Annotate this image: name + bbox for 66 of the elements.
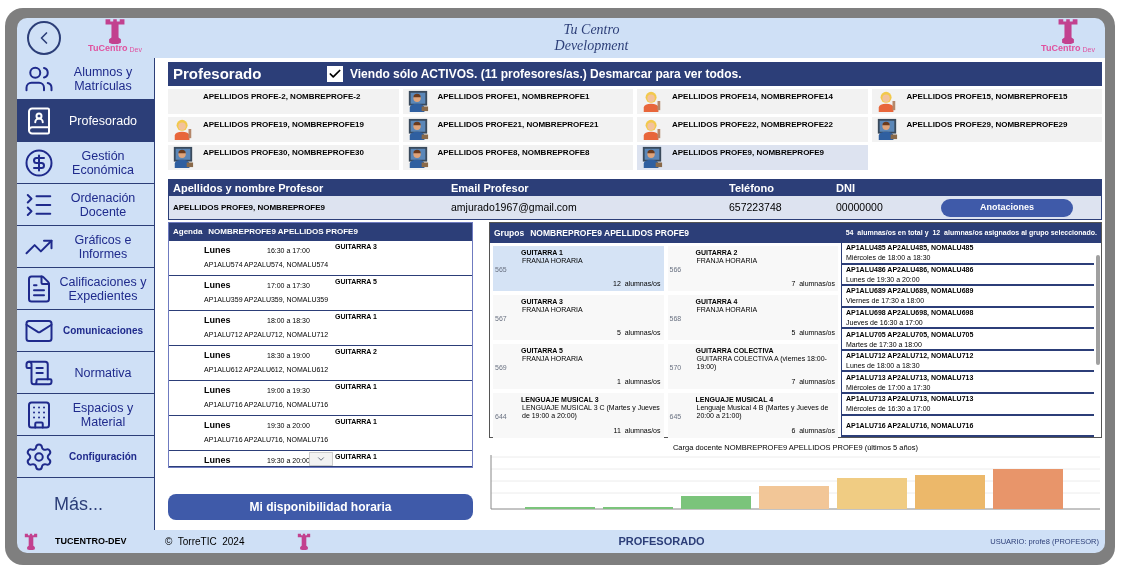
column-header: Apellidos y nombre Profesor <box>173 181 325 196</box>
teacher-card[interactable]: APELLIDOS PROFE30, NOMBREPROFE30 <box>168 145 399 170</box>
availability-button[interactable]: Mi disponibilidad horaria <box>168 494 473 520</box>
section-title: Profesorado <box>173 63 263 84</box>
chevron-down-icon <box>316 454 326 464</box>
person-at-computer-icon <box>641 146 663 168</box>
person-at-computer-icon <box>172 146 194 168</box>
teacher-card[interactable]: APELLIDOS PROFE22, NOMBREPROFE22 <box>637 117 868 142</box>
chart-bar <box>759 486 829 510</box>
table-cell-text: amjurado1967@gmail.com <box>451 199 578 215</box>
groups-teacher: NOMBREPROFE9 APELLIDOS PROFE9 <box>530 226 690 240</box>
app-title: Tu Centro <box>563 22 620 38</box>
copyright-text: © TorreTIC 2024 <box>165 535 245 549</box>
agenda-day: Lunes <box>204 384 231 398</box>
person-at-computer-icon <box>406 90 429 112</box>
active-filter-checkbox[interactable] <box>327 66 343 82</box>
logo-text: TuCentro <box>88 44 128 53</box>
agenda-teacher: NOMBREPROFE9 APELLIDOS PROFE9 <box>208 226 358 238</box>
filter-label: Viendo sólo ACTIVOS. (11 profesores/as.) Desmarcar para ver todos. <box>350 66 742 83</box>
table-cell-text: 657223748 <box>729 199 783 215</box>
app-subtitle: Development <box>554 38 629 54</box>
agenda-day: Lunes <box>204 419 231 433</box>
agenda-day: Lunes <box>204 454 231 467</box>
person-at-computer-icon <box>406 146 429 168</box>
chart-bar <box>915 475 985 510</box>
teacher-card[interactable]: APELLIDOS PROFE29, NOMBREPROFE29 <box>871 117 1102 142</box>
agenda-day: Lunes <box>204 279 231 293</box>
notes-button[interactable]: Anotaciones <box>941 198 1073 217</box>
teacher-card[interactable]: APELLIDOS PROFE9, NOMBREPROFE9 <box>637 145 868 170</box>
teacher-card[interactable]: APELLIDOS PROFE1, NOMBREPROFE1 <box>402 89 633 114</box>
settings-icon <box>24 441 54 472</box>
chart-bar <box>603 507 673 510</box>
teacher-card[interactable]: APELLIDOS PROFE8, NOMBREPROFE8 <box>402 145 633 170</box>
table-cell-text: 00000000 <box>836 199 884 215</box>
agenda-day: Lunes <box>204 349 231 363</box>
check-icon <box>328 67 342 81</box>
agenda-day: Lunes <box>204 244 231 258</box>
column-header: Email Profesor <box>451 181 530 196</box>
teacher-card[interactable]: APELLIDOS PROFE-2, NOMBREPROFE-2 <box>168 89 399 114</box>
tower-logo-icon <box>296 533 313 550</box>
chart-bar <box>837 478 907 510</box>
app-code: TUCENTRO-DEV <box>55 534 128 548</box>
logo-text: TuCentro <box>1041 44 1081 53</box>
person-at-computer-icon <box>875 118 898 140</box>
chart-bar <box>681 496 751 510</box>
person-at-computer-icon <box>406 118 429 140</box>
current-section: PROFESORADO <box>618 533 705 550</box>
teacher-card[interactable]: APELLIDOS PROFE15, NOMBREPROFE15 <box>871 89 1102 114</box>
teacher-card[interactable]: APELLIDOS PROFE21, NOMBREPROFE21 <box>402 117 633 142</box>
chart-bar <box>525 507 595 510</box>
column-header: DNI <box>836 181 856 196</box>
sidebar-item[interactable]: Profesorado <box>17 100 154 142</box>
agenda-label: Agenda <box>173 226 203 238</box>
agenda-day: Lunes <box>204 314 231 328</box>
table-cell-text: APELLIDOS PROFE9, NOMBREPROFE9 <box>173 201 327 214</box>
groups-label: Grupos <box>494 226 525 240</box>
back-button[interactable] <box>27 21 61 55</box>
teacher-card[interactable]: APELLIDOS PROFE14, NOMBREPROFE14 <box>637 89 868 114</box>
tower-logo-icon <box>23 533 39 550</box>
chart-bar <box>993 469 1063 510</box>
woman-icon <box>172 118 194 140</box>
woman-icon <box>641 118 663 140</box>
more-button[interactable]: Más... <box>17 478 154 530</box>
column-header: Teléfono <box>729 181 775 196</box>
teacher-card[interactable]: APELLIDOS PROFE19, NOMBREPROFE19 <box>168 117 399 142</box>
woman-icon <box>641 90 663 112</box>
